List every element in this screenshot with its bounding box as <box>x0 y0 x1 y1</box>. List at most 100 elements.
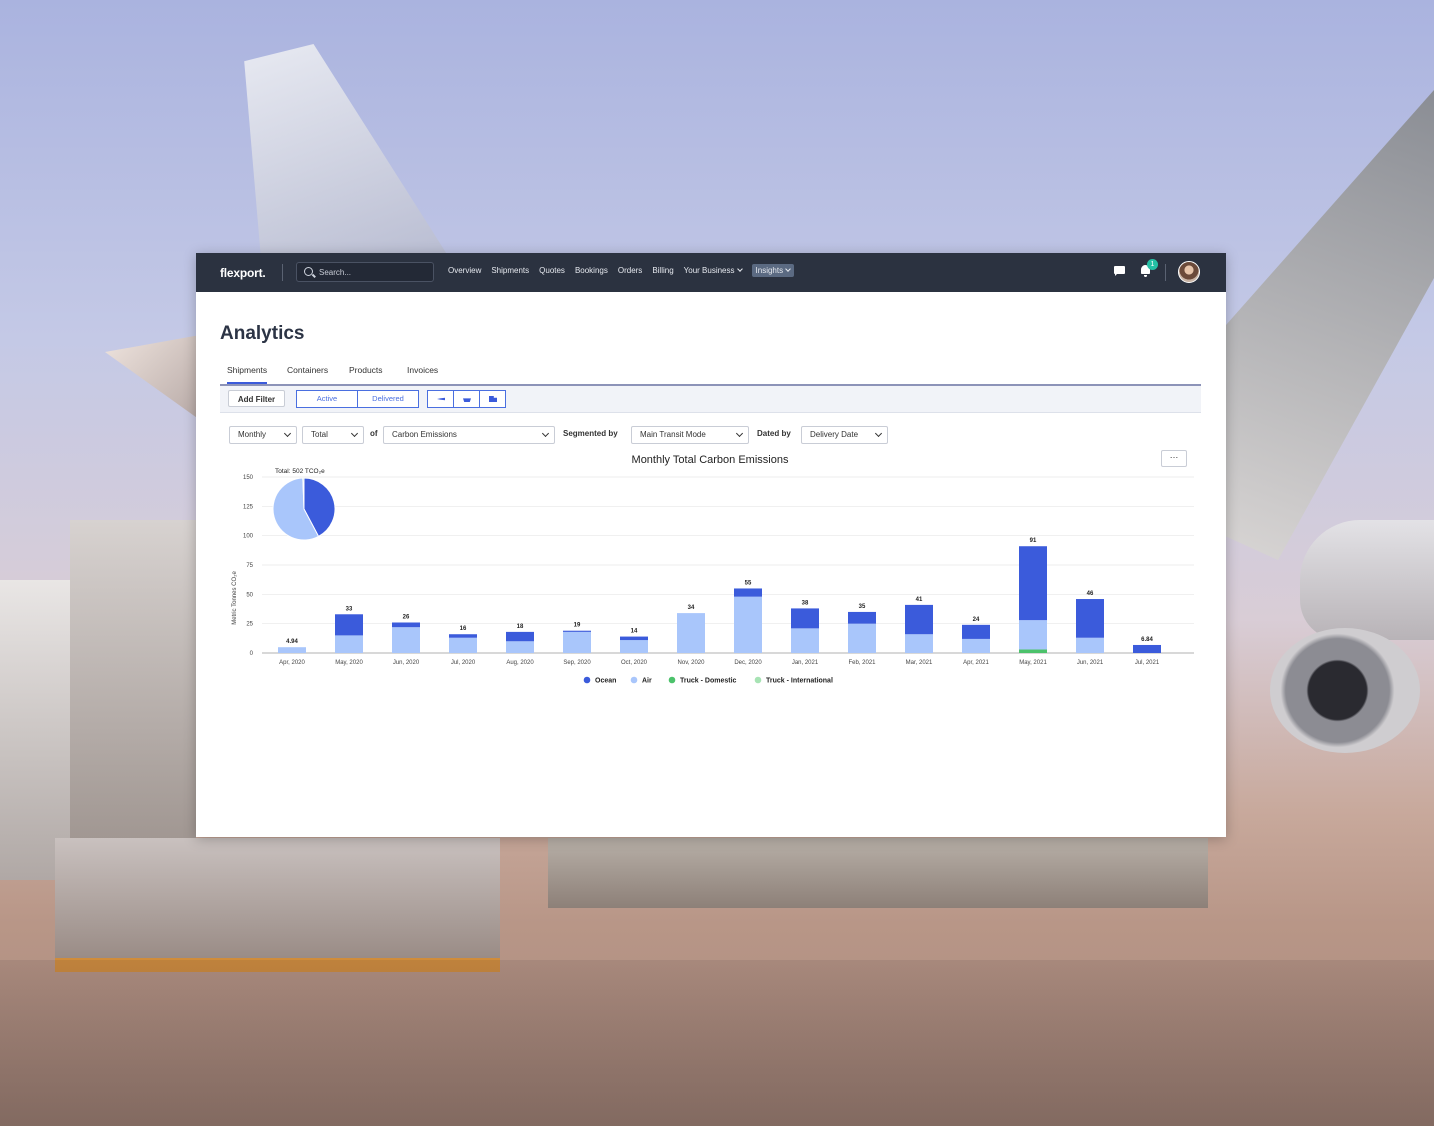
bar-segment <box>392 627 420 653</box>
legend-label: Truck - International <box>766 678 833 685</box>
x-tick-label: May, 2021 <box>1019 660 1047 666</box>
date-field-select[interactable]: Delivery Date <box>801 426 888 444</box>
app-window: flexport. Overview Shipments Quotes Book… <box>196 253 1226 837</box>
x-tick-label: Oct, 2020 <box>621 660 648 666</box>
bar-total-label: 41 <box>916 597 923 603</box>
flexport-logo[interactable]: flexport. <box>220 266 266 280</box>
bar-total-label: 14 <box>631 629 638 635</box>
chevron-down-icon <box>350 429 359 438</box>
nav-bookings[interactable]: Bookings <box>575 266 608 277</box>
bar-total-label: 34 <box>688 605 695 611</box>
nav-overview[interactable]: Overview <box>448 266 481 277</box>
ship-icon <box>463 398 471 402</box>
bar-segment <box>335 614 363 636</box>
y-tick-label: 50 <box>246 592 253 598</box>
metric-select[interactable]: Carbon Emissions <box>383 426 555 444</box>
y-tick-label: 75 <box>246 563 253 569</box>
chat-icon[interactable] <box>1114 266 1125 276</box>
bar-total-label: 18 <box>517 624 524 630</box>
bar-total-label: 35 <box>859 604 866 610</box>
x-tick-label: Mar, 2021 <box>906 660 933 666</box>
x-tick-label: Feb, 2021 <box>848 660 876 666</box>
chevron-down-icon <box>736 266 743 272</box>
cargo-loader <box>70 520 196 850</box>
nav-your-business[interactable]: Your Business <box>683 266 743 277</box>
segment-value: Main Transit Mode <box>640 430 706 439</box>
x-tick-label: Sep, 2020 <box>563 660 591 666</box>
chart-title: Monthly Total Carbon Emissions <box>632 454 789 466</box>
notification-badge: 1 <box>1147 259 1158 270</box>
nav-divider <box>282 264 283 281</box>
bar-segment <box>506 631 534 642</box>
tab-shipments[interactable]: Shipments <box>227 365 268 384</box>
mode-ocean-button[interactable] <box>453 390 480 408</box>
nav-insights[interactable]: Insights <box>751 264 795 277</box>
airplane-engine <box>1270 628 1420 753</box>
filter-bar: Add Filter Active Delivered <box>220 386 1201 413</box>
legend-marker <box>583 676 591 684</box>
nav-your-business-label: Your Business <box>683 266 735 275</box>
interval-select[interactable]: Monthly <box>229 426 297 444</box>
pie-total-label: Total: 502 TCO₂e <box>275 468 325 475</box>
aggregation-select[interactable]: Total <box>302 426 364 444</box>
nav-shipments[interactable]: Shipments <box>491 266 529 277</box>
airplane-wing-right <box>1226 90 1434 560</box>
avatar[interactable] <box>1178 261 1200 283</box>
x-tick-label: Jul, 2020 <box>451 660 476 666</box>
search-icon <box>304 267 313 276</box>
service-truck <box>0 580 70 880</box>
status-active-toggle[interactable]: Active <box>296 390 358 408</box>
bar-segment <box>392 622 420 628</box>
add-filter-button[interactable]: Add Filter <box>228 390 285 407</box>
bar-segment <box>1019 620 1047 650</box>
legend-label: Truck - Domestic <box>680 678 737 685</box>
nav-billing[interactable]: Billing <box>652 266 673 277</box>
bar-segment <box>1019 546 1047 621</box>
airplane-fuselage <box>1300 520 1434 640</box>
bar-total-label: 33 <box>346 606 353 612</box>
bar-segment <box>278 647 306 653</box>
bar-total-label: 26 <box>403 614 410 620</box>
tab-containers[interactable]: Containers <box>287 365 328 375</box>
y-tick-label: 0 <box>250 651 254 657</box>
legend-marker <box>630 676 638 684</box>
airplane-wing-left <box>105 335 200 420</box>
bar-segment <box>449 634 477 638</box>
chevron-down-icon <box>283 429 292 438</box>
search-input[interactable] <box>319 266 427 278</box>
bar-segment <box>734 588 762 597</box>
bar-segment <box>563 630 591 632</box>
top-nav-bar: flexport. Overview Shipments Quotes Book… <box>196 253 1226 292</box>
nav-orders[interactable]: Orders <box>618 266 642 277</box>
status-delivered-toggle[interactable]: Delivered <box>357 390 419 408</box>
airplane-tail <box>244 44 450 259</box>
pie-chart <box>272 477 336 541</box>
segment-select[interactable]: Main Transit Mode <box>631 426 749 444</box>
chevron-down-icon <box>874 429 883 438</box>
bar-segment <box>734 596 762 653</box>
mode-air-button[interactable] <box>427 390 454 408</box>
main-nav: Overview Shipments Quotes Bookings Order… <box>448 264 804 277</box>
x-tick-label: Nov, 2020 <box>678 660 706 666</box>
metric-value: Carbon Emissions <box>392 430 457 439</box>
bar-total-label: 91 <box>1030 538 1037 544</box>
bar-segment <box>791 608 819 629</box>
cargo-dolly <box>55 838 500 972</box>
aggregation-value: Total <box>311 430 328 439</box>
bar-segment <box>1076 637 1104 653</box>
x-tick-label: Aug, 2020 <box>506 660 534 666</box>
chart-grid: 0 25 50 75 100 125 150 <box>243 475 1194 657</box>
chevron-down-icon <box>541 429 550 438</box>
tab-invoices[interactable]: Invoices <box>407 365 438 375</box>
truck-icon <box>489 396 497 402</box>
tab-products[interactable]: Products <box>349 365 383 375</box>
search-box[interactable] <box>296 262 434 282</box>
y-tick-label: 150 <box>243 475 254 481</box>
nav-divider <box>1165 264 1166 281</box>
nav-quotes[interactable]: Quotes <box>539 266 565 277</box>
bar-total-label: 6.84 <box>1141 637 1153 643</box>
tarmac <box>0 960 1434 1126</box>
bar-total-label: 46 <box>1087 591 1094 597</box>
mode-truck-button[interactable] <box>479 390 506 408</box>
bar-segment <box>1133 644 1161 653</box>
